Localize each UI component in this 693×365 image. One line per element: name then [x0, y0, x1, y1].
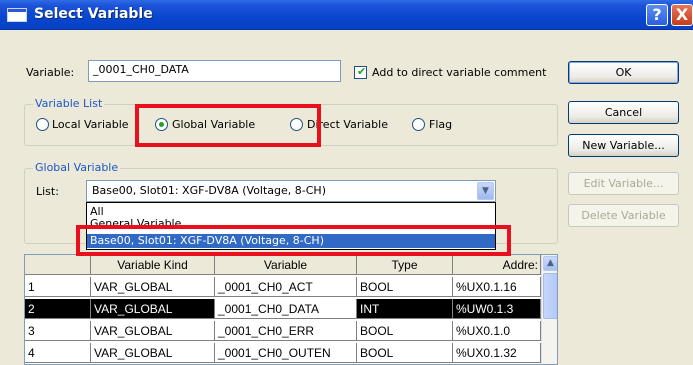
chevron-down-icon[interactable]: ▼: [477, 182, 494, 200]
add-comment-checkbox[interactable]: ✔: [354, 65, 367, 79]
cancel-button[interactable]: Cancel: [568, 101, 679, 124]
help-button[interactable]: ?: [646, 4, 668, 26]
table-corner: [25, 255, 91, 275]
window-title: Select Variable: [34, 6, 153, 22]
scroll-thumb[interactable]: [543, 273, 557, 319]
vertical-scrollbar[interactable]: ▲: [541, 255, 557, 364]
column-header-variable-kind[interactable]: Variable Kind: [91, 255, 215, 275]
list-label: List:: [36, 185, 59, 198]
table-cell-variable[interactable]: _0001_CH0_ACT: [215, 277, 357, 297]
table-cell-type[interactable]: BOOL: [357, 321, 453, 341]
check-icon: ✔: [357, 65, 367, 78]
radio-local-variable-label: Local Variable: [52, 118, 129, 131]
table-cell-address[interactable]: %UX0.1.0: [453, 321, 541, 341]
variable-list-title: Variable List: [33, 97, 105, 110]
table-cell-type[interactable]: BOOL: [357, 343, 453, 363]
highlight-box-selected-item: [76, 225, 511, 256]
list-combobox-value: Base00, Slot01: XGF-DV8A (Voltage, 8-CH): [92, 184, 326, 197]
edit-variable-button[interactable]: Edit Variable...: [568, 172, 679, 195]
new-variable-button[interactable]: New Variable...: [568, 134, 679, 157]
list-combobox[interactable]: Base00, Slot01: XGF-DV8A (Voltage, 8-CH)…: [86, 180, 496, 202]
row-number[interactable]: 3: [25, 321, 91, 341]
table-cell-type[interactable]: BOOL: [357, 277, 453, 297]
dropdown-item[interactable]: All: [87, 205, 495, 219]
add-comment-label: Add to direct variable comment: [372, 66, 547, 79]
table-cell-variable[interactable]: _0001_CH0_ERR: [215, 321, 357, 341]
delete-variable-button[interactable]: Delete Variable: [568, 204, 679, 227]
table-cell-kind[interactable]: VAR_GLOBAL: [91, 321, 215, 341]
table-cell-variable[interactable]: _0001_CH0_OUTEN: [215, 343, 357, 363]
table-cell-address[interactable]: %UX0.1.32: [453, 343, 541, 363]
table-cell-address[interactable]: %UX0.1.16: [453, 277, 541, 297]
row-number[interactable]: 4: [25, 343, 91, 363]
table-cell-variable[interactable]: _0001_CH0_DATA: [215, 299, 357, 319]
table-cell-kind[interactable]: VAR_GLOBAL: [91, 299, 215, 319]
table-cell-kind[interactable]: VAR_GLOBAL: [91, 277, 215, 297]
title-bar: Select Variable ? X: [0, 0, 693, 30]
close-button[interactable]: X: [671, 4, 693, 26]
column-header-type[interactable]: Type: [357, 255, 453, 275]
radio-flag[interactable]: [412, 118, 425, 131]
row-number[interactable]: 2: [25, 299, 91, 319]
radio-local-variable[interactable]: [36, 118, 49, 131]
row-number[interactable]: 1: [25, 277, 91, 297]
variable-table: Variable Kind Variable Type Addre: 1 VAR…: [24, 254, 558, 365]
ok-button[interactable]: OK: [568, 61, 679, 84]
table-cell-address[interactable]: %UW0.1.3: [453, 299, 541, 319]
column-header-address[interactable]: Addre:: [453, 255, 541, 275]
radio-flag-label: Flag: [429, 118, 453, 131]
variable-label: Variable:: [26, 66, 75, 79]
table-cell-kind[interactable]: VAR_GLOBAL: [91, 343, 215, 363]
column-header-variable[interactable]: Variable: [215, 255, 357, 275]
highlight-box-global-variable: [135, 104, 321, 147]
variable-input[interactable]: _0001_CH0_DATA: [88, 60, 341, 82]
scroll-up-icon[interactable]: ▲: [543, 256, 557, 271]
window-icon: [7, 8, 27, 22]
table-cell-type[interactable]: INT: [357, 299, 453, 319]
global-variable-title: Global Variable: [33, 161, 121, 174]
